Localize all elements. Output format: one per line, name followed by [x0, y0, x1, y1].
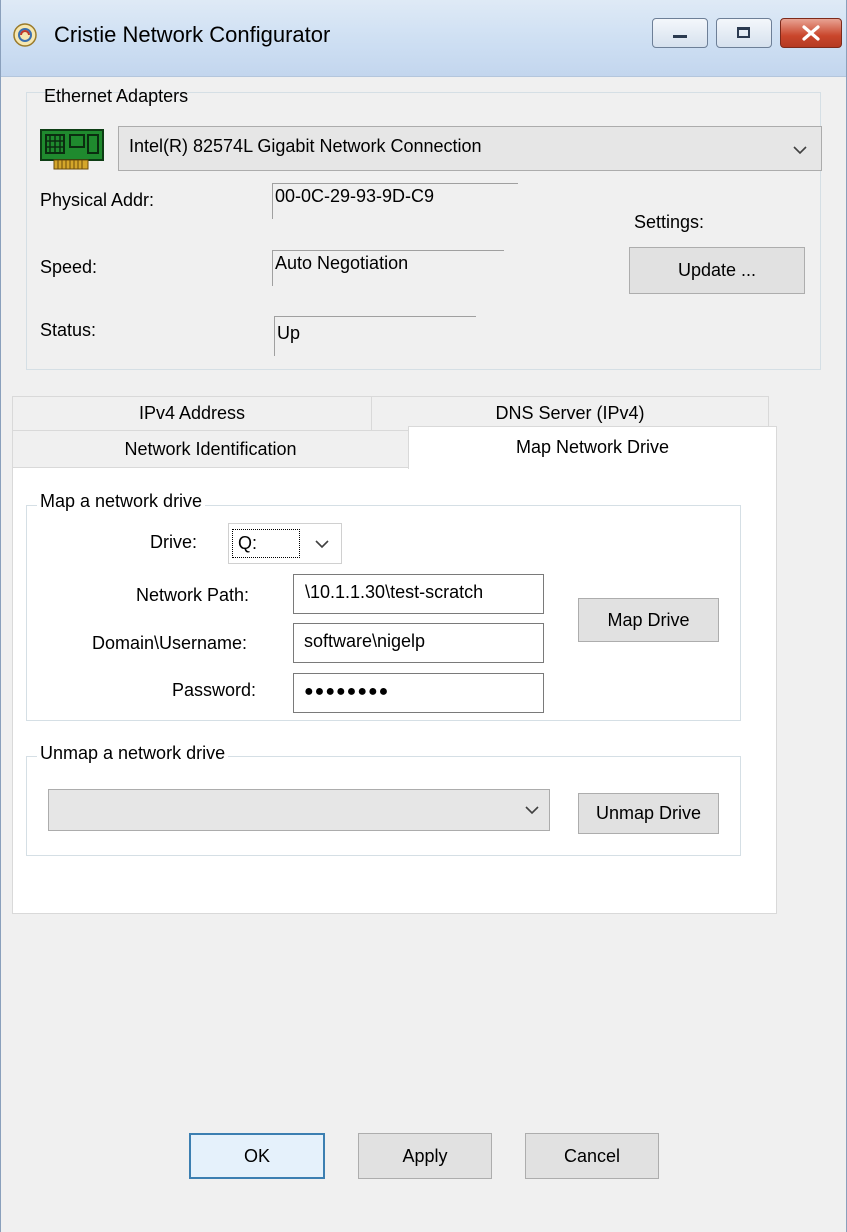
- minimize-icon: [673, 35, 687, 38]
- minimize-button[interactable]: [652, 18, 708, 48]
- unmap-drive-button[interactable]: Unmap Drive: [578, 793, 719, 834]
- unmap-drive-select[interactable]: [48, 789, 550, 831]
- status-value: Up: [274, 316, 476, 356]
- configurator-window: Cristie Network Configurator Ethernet Ad…: [0, 0, 847, 1232]
- app-icon: [13, 23, 37, 47]
- settings-label: Settings:: [634, 212, 705, 232]
- chevron-down-icon: [315, 540, 329, 549]
- update-button[interactable]: Update ...: [629, 247, 805, 294]
- chevron-down-icon: [793, 146, 807, 155]
- tab-network-identification[interactable]: Network Identification: [12, 430, 409, 468]
- unmap-drive-group-label: Unmap a network drive: [37, 743, 229, 764]
- maximize-icon: [737, 27, 750, 38]
- network-path-input[interactable]: \10.1.1.30\test-scratch: [293, 574, 544, 614]
- drive-label: Drive:: [150, 532, 198, 552]
- cancel-button[interactable]: Cancel: [525, 1133, 659, 1179]
- title-bar[interactable]: Cristie Network Configurator: [0, 0, 847, 77]
- network-adapter-icon: [40, 129, 104, 170]
- window-border-left: [0, 0, 1, 1232]
- drive-select-value: Q:: [232, 529, 300, 558]
- physical-addr-label: Physical Addr:: [40, 190, 155, 210]
- adapter-select[interactable]: Intel(R) 82574L Gigabit Network Connecti…: [118, 126, 822, 171]
- speed-value: Auto Negotiation: [272, 250, 504, 286]
- close-icon: [802, 25, 820, 41]
- physical-addr-value: 00-0C-29-93-9D-C9: [272, 183, 518, 219]
- window-title: Cristie Network Configurator: [54, 22, 331, 47]
- username-label: Domain\Username:: [92, 633, 248, 653]
- adapter-select-value: Intel(R) 82574L Gigabit Network Connecti…: [129, 136, 482, 156]
- drive-select[interactable]: Q:: [228, 523, 342, 564]
- map-drive-button[interactable]: Map Drive: [578, 598, 719, 642]
- password-input[interactable]: ●●●●●●●●: [293, 673, 544, 713]
- map-drive-group-label: Map a network drive: [37, 491, 206, 512]
- password-label: Password:: [172, 680, 257, 700]
- speed-label: Speed:: [40, 257, 98, 277]
- ethernet-adapters-label: Ethernet Adapters: [44, 86, 189, 106]
- tab-ipv4-address[interactable]: IPv4 Address: [12, 396, 372, 431]
- ok-button[interactable]: OK: [189, 1133, 325, 1179]
- status-label: Status:: [40, 320, 97, 340]
- chevron-down-icon: [525, 806, 539, 815]
- network-path-label: Network Path:: [136, 585, 250, 605]
- apply-button[interactable]: Apply: [358, 1133, 492, 1179]
- maximize-button[interactable]: [716, 18, 772, 48]
- username-input[interactable]: software\nigelp: [293, 623, 544, 663]
- tab-map-network-drive[interactable]: Map Network Drive: [408, 426, 777, 469]
- close-button[interactable]: [780, 18, 842, 48]
